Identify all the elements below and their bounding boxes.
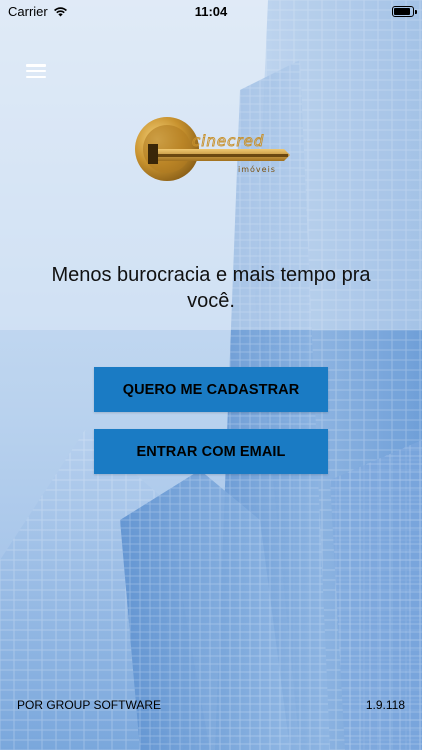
carrier-label: Carrier bbox=[8, 3, 48, 19]
register-button[interactable]: QUERO ME CADASTRAR bbox=[94, 367, 328, 412]
menu-line bbox=[26, 69, 46, 73]
wifi-icon bbox=[53, 6, 67, 16]
menu-line bbox=[26, 75, 46, 78]
tagline: Menos burocracia e mais tempo pra você. bbox=[51, 264, 371, 312]
version-label: 1.9.118 bbox=[365, 698, 405, 712]
footer: POR GROUP SOFTWARE 1.9.118 bbox=[17, 698, 405, 712]
status-bar: Carrier 11:04 bbox=[0, 0, 422, 22]
battery-icon bbox=[392, 5, 417, 17]
status-left: Carrier bbox=[8, 4, 68, 19]
svg-text:cinecred: cinecred bbox=[192, 132, 264, 150]
credit-label: POR GROUP SOFTWARE bbox=[17, 698, 162, 712]
svg-text:imóveis: imóveis bbox=[238, 164, 276, 174]
cinecred-logo: cinecred imóveis bbox=[135, 117, 290, 181]
hamburger-menu-button[interactable] bbox=[26, 62, 46, 80]
email-login-button[interactable]: ENTRAR COM EMAIL bbox=[94, 429, 328, 474]
menu-line bbox=[26, 64, 46, 67]
battery-fill bbox=[394, 7, 410, 15]
